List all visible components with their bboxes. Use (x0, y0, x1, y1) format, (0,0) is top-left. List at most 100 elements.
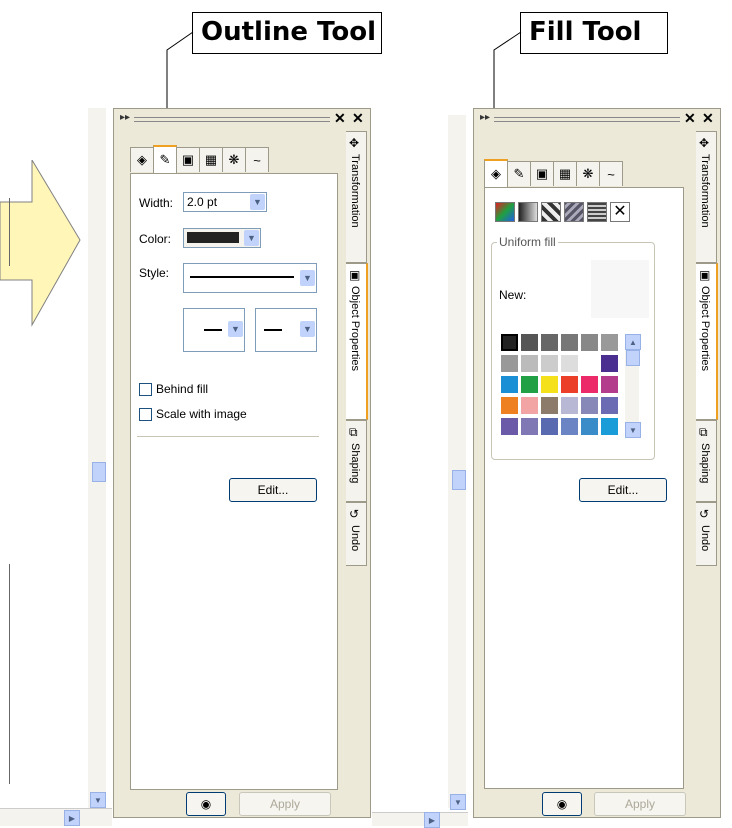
palette-swatch[interactable] (581, 418, 598, 435)
chevron-down-icon[interactable]: ▼ (250, 194, 265, 210)
tab-object-properties[interactable]: ▣ Object Properties (696, 263, 718, 420)
palette-swatch[interactable] (501, 355, 518, 372)
palette-swatch[interactable] (601, 418, 618, 435)
apply-button[interactable]: Apply (594, 792, 686, 816)
scroll-thumb-icon[interactable] (92, 462, 106, 482)
end-arrow-select[interactable]: ▼ (255, 308, 317, 352)
chevron-down-icon[interactable]: ▼ (228, 321, 243, 337)
palette-swatch[interactable] (501, 418, 518, 435)
palette-swatch[interactable] (541, 397, 558, 414)
tab-size[interactable]: ▣ (176, 147, 200, 172)
palette-swatch[interactable] (521, 376, 538, 393)
apply-button[interactable]: Apply (239, 792, 331, 816)
palette-swatch[interactable] (521, 397, 538, 414)
tab-transform[interactable]: ▦ (553, 161, 577, 186)
docker-titlebar[interactable]: ▸▸ ✕ ✕ (474, 109, 720, 127)
tab-transformation-label: Transformation (699, 154, 711, 228)
close-icon[interactable]: ✕ (684, 110, 696, 127)
chevron-down-icon[interactable]: ▼ (300, 321, 315, 337)
palette-swatch[interactable] (501, 397, 518, 414)
palette-swatch[interactable] (561, 376, 578, 393)
palette-swatch[interactable] (601, 376, 618, 393)
palette-swatch[interactable] (601, 355, 618, 372)
tab-curve[interactable]: ~ (599, 161, 623, 186)
pattern-fill-icon[interactable] (541, 202, 561, 222)
expand-icon[interactable]: ▸▸ (120, 112, 130, 123)
palette-swatch[interactable] (501, 376, 518, 393)
left-scroll-track[interactable] (448, 115, 466, 808)
tab-object-properties[interactable]: ▣ Object Properties (346, 263, 368, 420)
postscript-fill-icon[interactable] (587, 202, 607, 222)
palette-swatch[interactable] (541, 418, 558, 435)
tab-outline[interactable]: ✎ (507, 161, 531, 186)
tab-curve[interactable]: ~ (245, 147, 269, 172)
palette-swatch[interactable] (581, 376, 598, 393)
palette-swatch[interactable] (601, 397, 618, 414)
tab-size[interactable]: ▣ (530, 161, 554, 186)
palette-swatch[interactable] (581, 397, 598, 414)
tab-fill[interactable]: ◈ (484, 159, 508, 187)
palette-swatch[interactable] (581, 334, 598, 351)
lock-button[interactable]: ◉ (542, 792, 582, 816)
expand-icon[interactable]: ▸▸ (480, 112, 490, 123)
horizontal-scrollbar[interactable] (0, 808, 112, 826)
palette-swatch[interactable] (541, 334, 558, 351)
tab-undo[interactable]: ↺ Undo (346, 502, 367, 566)
palette-scroll-up[interactable]: ▲ (625, 334, 641, 350)
tab-shaping[interactable]: ⧉ Shaping (346, 420, 367, 502)
palette-swatch[interactable] (561, 355, 578, 372)
no-fill-icon[interactable]: ✕ (610, 202, 630, 222)
tab-outline[interactable]: ✎ (153, 145, 177, 173)
tab-transformation-label: Transformation (349, 154, 361, 228)
tab-undo[interactable]: ↺ Undo (696, 502, 717, 566)
palette-swatch[interactable] (541, 355, 558, 372)
close-all-icon[interactable]: ✕ (352, 110, 364, 127)
tab-fill[interactable]: ◈ (130, 147, 154, 172)
line-style-select[interactable]: ▼ (183, 263, 317, 293)
tab-transform[interactable]: ▦ (199, 147, 223, 172)
fill-icon: ◈ (491, 166, 501, 181)
palette-scroll-down[interactable]: ▼ (625, 422, 641, 438)
close-icon[interactable]: ✕ (334, 110, 346, 127)
palette-swatch[interactable] (561, 397, 578, 414)
palette-swatch[interactable] (501, 334, 518, 351)
palette-swatch[interactable] (561, 334, 578, 351)
palette-swatch[interactable] (521, 418, 538, 435)
palette-swatch[interactable] (521, 355, 538, 372)
palette-swatch[interactable] (521, 334, 538, 351)
fountain-fill-icon[interactable] (518, 202, 538, 222)
close-all-icon[interactable]: ✕ (702, 110, 714, 127)
left-scroll-track[interactable] (88, 108, 106, 808)
chevron-down-icon[interactable]: ▼ (300, 270, 315, 286)
tab-transformation[interactable]: ✥ Transformation (696, 131, 717, 263)
palette-swatch[interactable] (581, 355, 598, 372)
palette-swatch[interactable] (601, 334, 618, 351)
lock-button[interactable]: ◉ (186, 792, 226, 816)
width-select[interactable]: 2.0 pt ▼ (183, 192, 267, 212)
edit-button[interactable]: Edit... (229, 478, 317, 502)
scroll-down-button[interactable]: ▼ (90, 792, 106, 808)
palette-scrollbar[interactable]: ▲ ▼ (625, 334, 641, 438)
tab-shaping[interactable]: ⧉ Shaping (696, 420, 717, 502)
scale-with-image-label: Scale with image (156, 407, 247, 421)
uniform-fill-icon[interactable] (495, 202, 515, 222)
behind-fill-checkbox[interactable] (139, 383, 152, 396)
scroll-right-button[interactable]: ▶ (424, 812, 440, 828)
tab-transformation[interactable]: ✥ Transformation (346, 131, 367, 263)
color-picker[interactable]: ▼ (183, 228, 261, 248)
scroll-right-button[interactable]: ▶ (64, 810, 80, 826)
tab-effects[interactable]: ❋ (222, 147, 246, 172)
chevron-down-icon[interactable]: ▼ (244, 230, 259, 246)
docker-titlebar[interactable]: ▸▸ ✕ ✕ (114, 109, 370, 127)
palette-swatch[interactable] (541, 376, 558, 393)
start-arrow-select[interactable]: ▼ (183, 308, 245, 352)
palette-scroll-thumb[interactable] (626, 350, 640, 366)
horizontal-scrollbar[interactable] (372, 812, 468, 826)
scroll-thumb-icon[interactable] (452, 470, 466, 490)
scroll-down-button[interactable]: ▼ (450, 794, 466, 810)
tab-effects[interactable]: ❋ (576, 161, 600, 186)
texture-fill-icon[interactable] (564, 202, 584, 222)
edit-button[interactable]: Edit... (579, 478, 667, 502)
palette-swatch[interactable] (561, 418, 578, 435)
scale-with-image-checkbox[interactable] (139, 408, 152, 421)
